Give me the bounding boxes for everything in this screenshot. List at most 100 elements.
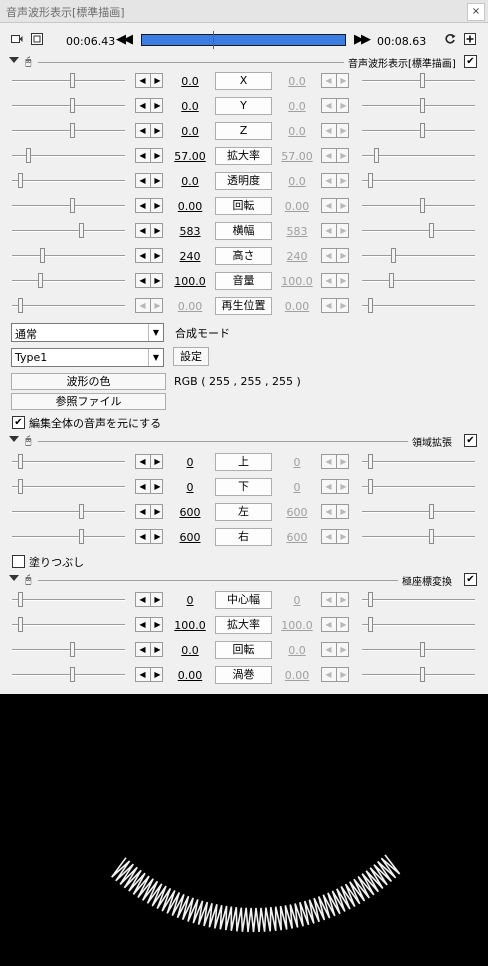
end-value[interactable]: 0 bbox=[272, 594, 322, 607]
step-left-icon[interactable]: ◀ bbox=[136, 480, 149, 493]
step-arrows-right[interactable]: ◀ ▶ bbox=[321, 592, 349, 607]
slider-thumb-right[interactable] bbox=[368, 454, 373, 469]
close-button[interactable]: × bbox=[467, 3, 485, 21]
step-left-icon[interactable]: ◀ bbox=[322, 505, 335, 518]
slider-thumb-left[interactable] bbox=[70, 123, 75, 138]
slider-thumb-left[interactable] bbox=[79, 504, 84, 519]
step-right-icon[interactable]: ▶ bbox=[150, 593, 164, 606]
param-button[interactable]: Y bbox=[215, 97, 272, 115]
param-button[interactable]: 上 bbox=[215, 453, 272, 471]
slider-thumb-right[interactable] bbox=[420, 642, 425, 657]
start-value[interactable]: 0.0 bbox=[165, 644, 215, 657]
end-value[interactable]: 100.0 bbox=[272, 275, 322, 288]
step-right-icon[interactable]: ▶ bbox=[336, 224, 350, 237]
end-value[interactable]: 0 bbox=[272, 481, 322, 494]
slider-track-left[interactable] bbox=[12, 674, 125, 676]
slider-track-right[interactable] bbox=[362, 461, 475, 463]
slider-track-left[interactable] bbox=[12, 230, 125, 232]
slider-track-left[interactable] bbox=[12, 649, 125, 651]
step-right-icon[interactable]: ▶ bbox=[336, 274, 350, 287]
param-button[interactable]: 拡大率 bbox=[215, 616, 272, 634]
slider-thumb-left[interactable] bbox=[70, 98, 75, 113]
slider-thumb-left[interactable] bbox=[18, 298, 23, 313]
slider-track-left[interactable] bbox=[12, 486, 125, 488]
step-arrows-left[interactable]: ◀ ▶ bbox=[135, 123, 163, 138]
param-button[interactable]: 透明度 bbox=[215, 172, 272, 190]
reference-file-button[interactable]: 参照ファイル bbox=[11, 393, 166, 410]
slider-thumb-left[interactable] bbox=[79, 529, 84, 544]
step-right-icon[interactable]: ▶ bbox=[150, 74, 164, 87]
step-arrows-right[interactable]: ◀ ▶ bbox=[321, 123, 349, 138]
step-arrows-left[interactable]: ◀ ▶ bbox=[135, 223, 163, 238]
frame-icon[interactable] bbox=[31, 33, 43, 45]
start-value[interactable]: 0.00 bbox=[165, 200, 215, 213]
slider-thumb-left[interactable] bbox=[26, 148, 31, 163]
section-enable-checkbox[interactable]: ✔ bbox=[464, 434, 477, 447]
slider-thumb-left[interactable] bbox=[70, 198, 75, 213]
slider-track-right[interactable] bbox=[362, 674, 475, 676]
step-right-icon[interactable]: ▶ bbox=[150, 249, 164, 262]
step-left-icon[interactable]: ◀ bbox=[322, 618, 335, 631]
step-arrows-right[interactable]: ◀ ▶ bbox=[321, 148, 349, 163]
step-arrows-left[interactable]: ◀ ▶ bbox=[135, 529, 163, 544]
param-button[interactable]: 再生位置 bbox=[215, 297, 272, 315]
add-icon[interactable] bbox=[464, 33, 476, 45]
start-value[interactable]: 600 bbox=[165, 531, 215, 544]
slider-track-right[interactable] bbox=[362, 105, 475, 107]
seek-start-icon[interactable]: ◀◀ bbox=[116, 32, 133, 47]
slider-track-left[interactable] bbox=[12, 105, 125, 107]
slider-track-right[interactable] bbox=[362, 486, 475, 488]
slider-thumb-right[interactable] bbox=[429, 529, 434, 544]
step-left-icon[interactable]: ◀ bbox=[322, 455, 335, 468]
slider-thumb-right[interactable] bbox=[429, 223, 434, 238]
step-left-icon[interactable]: ◀ bbox=[136, 74, 149, 87]
end-value[interactable]: 0.0 bbox=[272, 175, 322, 188]
start-value[interactable]: 0.0 bbox=[165, 175, 215, 188]
slider-thumb-left[interactable] bbox=[18, 617, 23, 632]
slider-thumb-left[interactable] bbox=[38, 273, 43, 288]
slider-track-left[interactable] bbox=[12, 255, 125, 257]
step-right-icon[interactable]: ▶ bbox=[336, 505, 350, 518]
step-left-icon[interactable]: ◀ bbox=[322, 249, 335, 262]
slider-track-left[interactable] bbox=[12, 80, 125, 82]
slider-track-left[interactable] bbox=[12, 624, 125, 626]
slider-thumb-left[interactable] bbox=[18, 592, 23, 607]
slider-thumb-right[interactable] bbox=[368, 298, 373, 313]
step-left-icon[interactable]: ◀ bbox=[322, 199, 335, 212]
step-arrows-left[interactable]: ◀ ▶ bbox=[135, 479, 163, 494]
step-left-icon[interactable]: ◀ bbox=[136, 124, 149, 137]
end-value[interactable]: 0.00 bbox=[272, 669, 322, 682]
step-left-icon[interactable]: ◀ bbox=[322, 174, 335, 187]
step-arrows-right[interactable]: ◀ ▶ bbox=[321, 98, 349, 113]
step-left-icon[interactable]: ◀ bbox=[136, 249, 149, 262]
step-arrows-left[interactable]: ◀ ▶ bbox=[135, 148, 163, 163]
step-arrows-left[interactable]: ◀ ▶ bbox=[135, 617, 163, 632]
param-button[interactable]: 回転 bbox=[215, 197, 272, 215]
slider-thumb-left[interactable] bbox=[18, 454, 23, 469]
end-value[interactable]: 600 bbox=[272, 506, 322, 519]
step-left-icon[interactable]: ◀ bbox=[136, 149, 149, 162]
slider-thumb-left[interactable] bbox=[18, 173, 23, 188]
step-right-icon[interactable]: ▶ bbox=[150, 124, 164, 137]
step-right-icon[interactable]: ▶ bbox=[150, 668, 164, 681]
slider-track-right[interactable] bbox=[362, 511, 475, 513]
type-select[interactable]: Type1 ▼ bbox=[11, 348, 164, 367]
step-right-icon[interactable]: ▶ bbox=[150, 99, 164, 112]
slider-track-left[interactable] bbox=[12, 205, 125, 207]
start-value[interactable]: 0 bbox=[165, 594, 215, 607]
start-value[interactable]: 0.0 bbox=[165, 125, 215, 138]
step-arrows-left[interactable]: ◀ ▶ bbox=[135, 592, 163, 607]
param-button[interactable]: 左 bbox=[215, 503, 272, 521]
slider-thumb-left[interactable] bbox=[18, 479, 23, 494]
step-right-icon[interactable]: ▶ bbox=[336, 455, 350, 468]
step-left-icon[interactable]: ◀ bbox=[322, 149, 335, 162]
step-left-icon[interactable]: ◀ bbox=[322, 99, 335, 112]
step-right-icon[interactable]: ▶ bbox=[336, 668, 350, 681]
step-right-icon[interactable]: ▶ bbox=[150, 149, 164, 162]
refresh-icon[interactable] bbox=[444, 33, 456, 45]
param-button[interactable]: 音量 bbox=[215, 272, 272, 290]
slider-thumb-right[interactable] bbox=[420, 73, 425, 88]
step-right-icon[interactable]: ▶ bbox=[150, 643, 164, 656]
step-arrows-right[interactable]: ◀ ▶ bbox=[321, 529, 349, 544]
step-right-icon[interactable]: ▶ bbox=[336, 530, 350, 543]
